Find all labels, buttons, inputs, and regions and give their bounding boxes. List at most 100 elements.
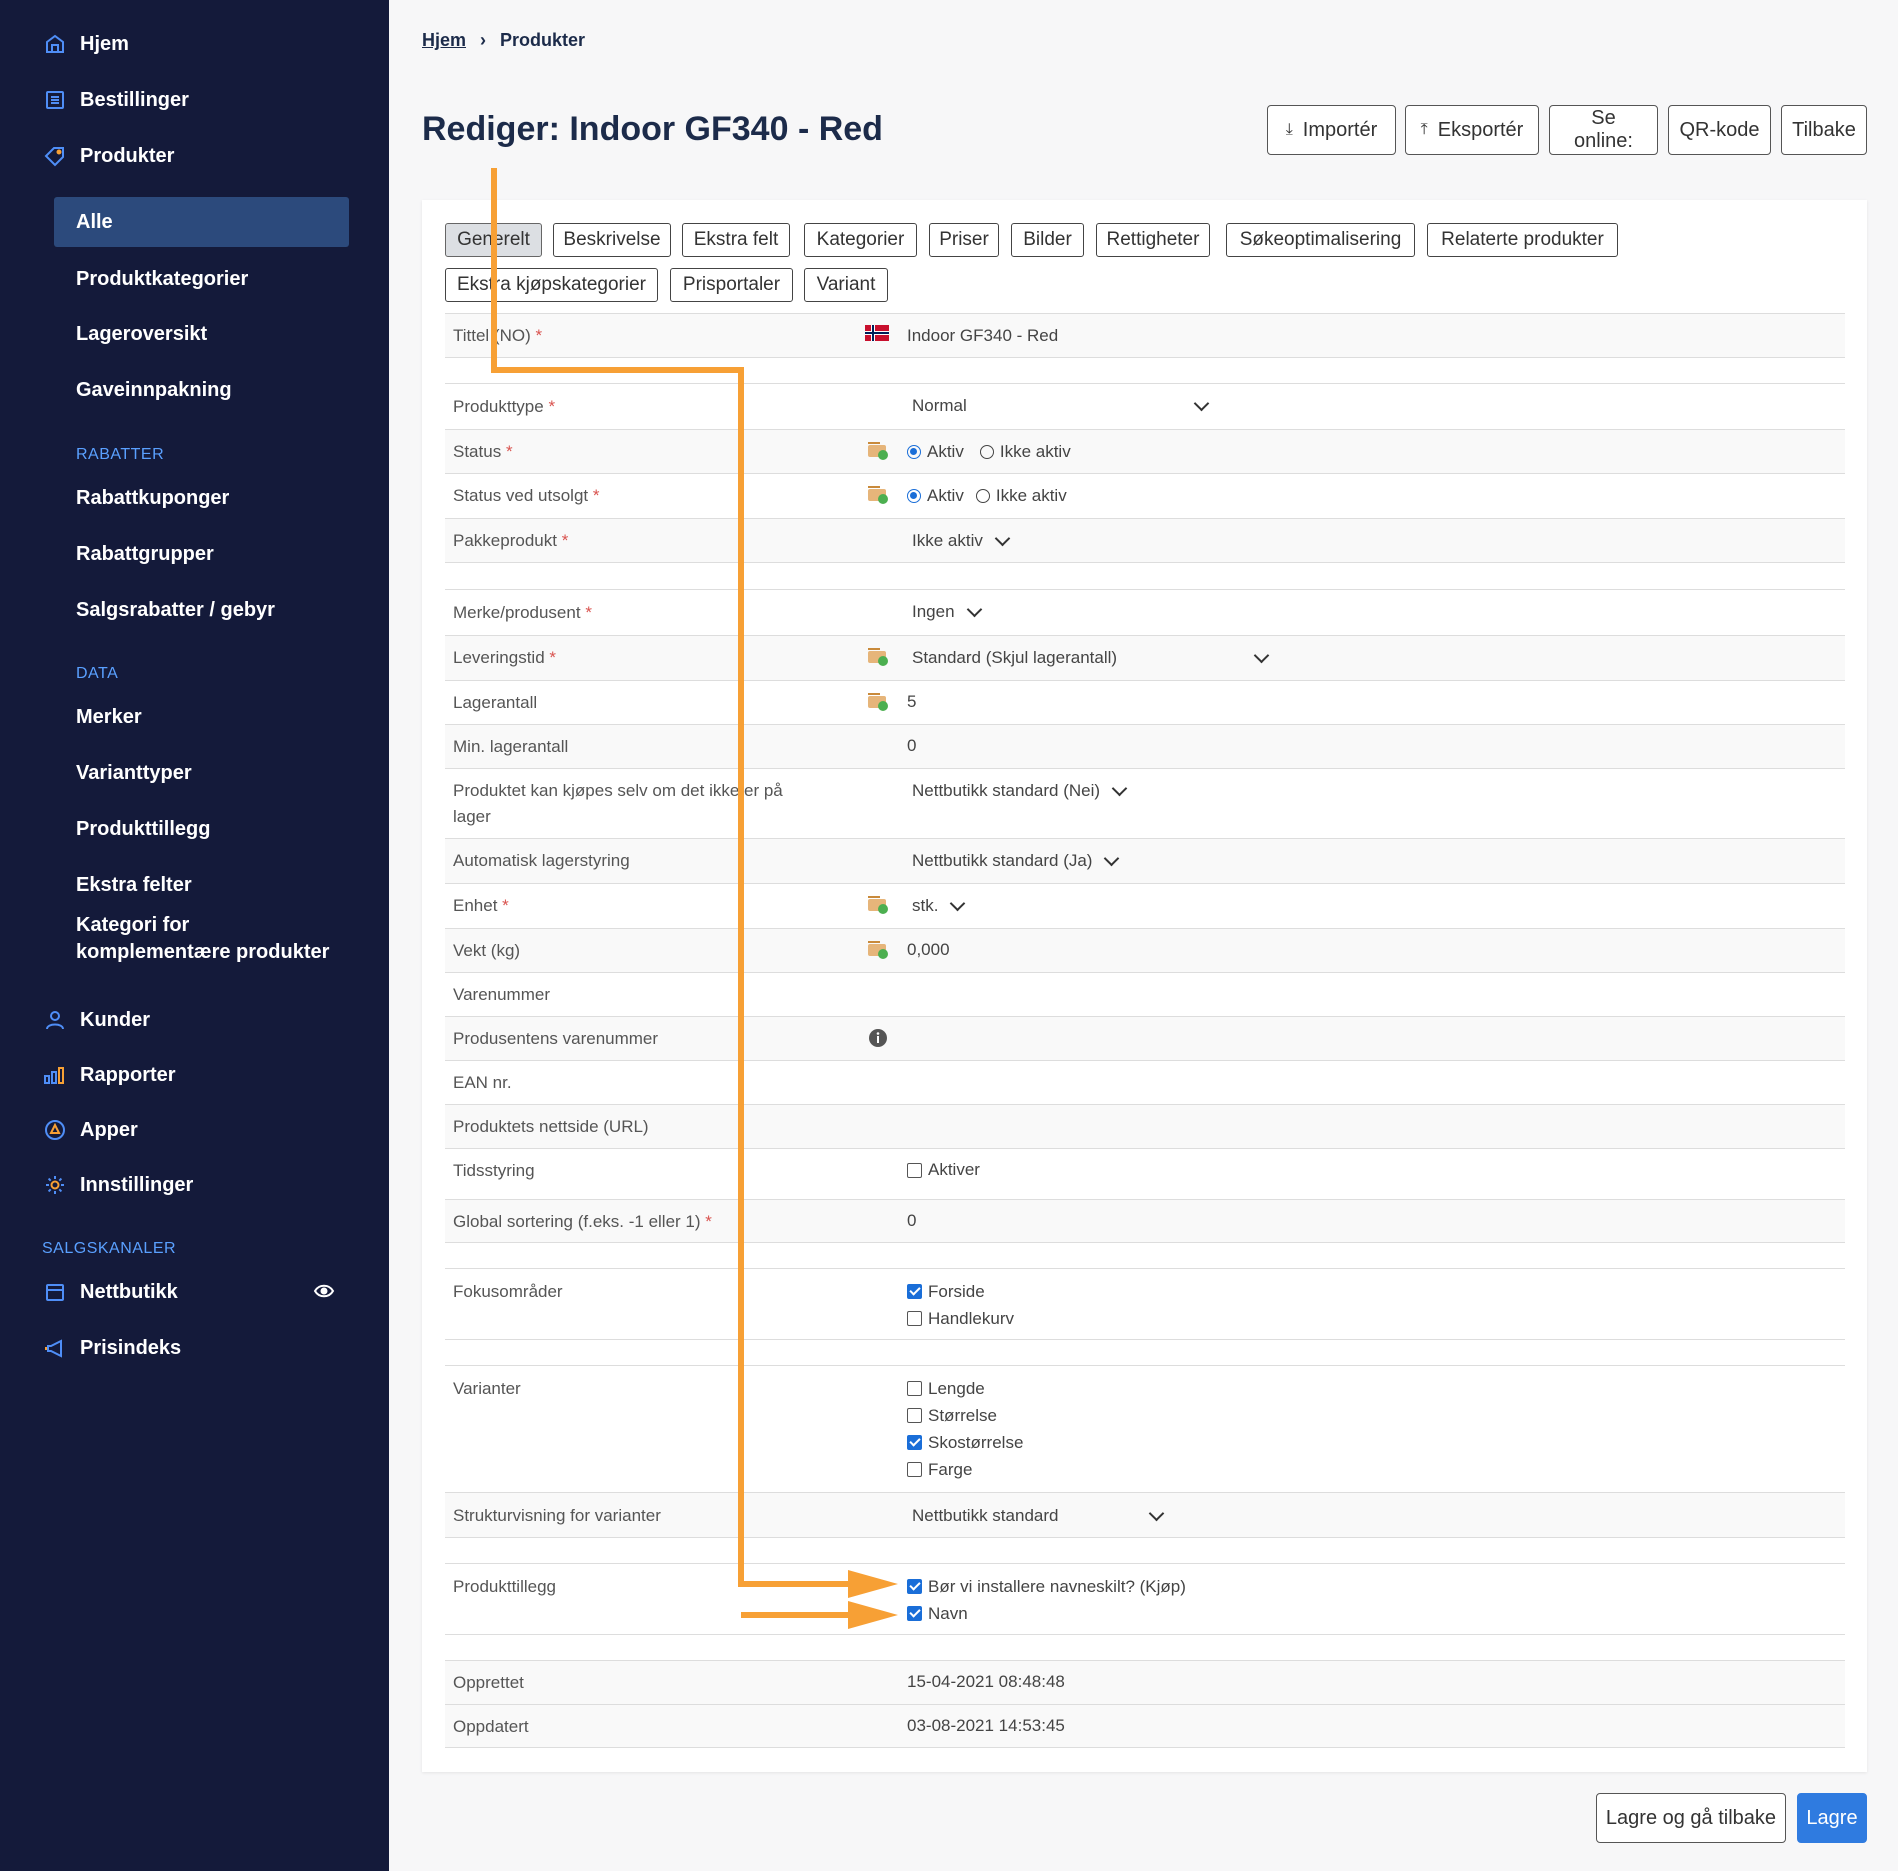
nav-stock-overview[interactable]: Lageroversikt — [76, 314, 207, 354]
stock-input[interactable]: 5 — [907, 692, 916, 712]
nav-reports[interactable]: Rapporter — [42, 1055, 176, 1095]
item-no-input[interactable] — [907, 984, 1807, 1006]
title-label: Tittel (NO) — [453, 326, 531, 345]
required-mark: * — [585, 603, 592, 622]
variant-checkbox-shoe-size[interactable] — [907, 1435, 922, 1450]
info-icon[interactable] — [868, 1028, 888, 1053]
addon-checkbox-nameplate[interactable] — [907, 1579, 922, 1594]
addon-option: Bør vi installere navneskilt? (Kjøp) — [907, 1573, 1186, 1600]
row-mfr-item-no: Produsentens varenummer — [445, 1016, 1845, 1060]
nav-webshop[interactable]: Nettbutikk — [42, 1272, 178, 1312]
variant-option-label: Størrelse — [928, 1405, 997, 1425]
nav-product-addons[interactable]: Produkttillegg — [76, 809, 210, 849]
nav-apps[interactable]: Apper — [42, 1110, 138, 1150]
nav-products[interactable]: Produkter — [42, 136, 174, 176]
mfr-item-no-input[interactable] — [907, 1028, 1807, 1050]
product-type-select[interactable]: Normal — [912, 395, 1210, 416]
delivery-label: Leveringstid — [453, 648, 545, 667]
nav-discount-groups[interactable]: Rabattgrupper — [76, 534, 214, 574]
focus-checkbox-forside[interactable] — [907, 1284, 922, 1299]
nav-gift-wrapping[interactable]: Gaveinnpakning — [76, 370, 232, 410]
save-button[interactable]: Lagre — [1797, 1793, 1867, 1843]
import-button[interactable]: ⤓ Importér — [1267, 105, 1396, 155]
weight-input[interactable]: 0,000 — [907, 940, 950, 960]
status-active-radio[interactable] — [907, 445, 921, 459]
row-auto-stock: Automatisk lagerstyring Nettbutikk stand… — [445, 838, 1845, 883]
nav-home[interactable]: Hjem — [42, 24, 129, 64]
nav-sales-discounts[interactable]: Salgsrabatter / gebyr — [76, 590, 275, 630]
sold-out-inactive-radio[interactable] — [975, 489, 990, 503]
back-button[interactable]: Tilbake — [1781, 105, 1867, 155]
nav-coupons[interactable]: Rabattkuponger — [76, 478, 229, 518]
nav-brands[interactable]: Merker — [76, 697, 142, 737]
required-mark: * — [502, 896, 509, 915]
time-control-checkbox[interactable] — [907, 1162, 922, 1178]
tab-rights[interactable]: Rettigheter — [1096, 223, 1210, 257]
time-control-label: Tidsstyring — [453, 1161, 535, 1180]
unit-select[interactable]: stk. — [912, 895, 966, 916]
tag-icon — [42, 143, 68, 169]
status-inactive-radio[interactable] — [979, 445, 994, 459]
url-input[interactable] — [907, 1116, 1807, 1138]
nav-products-all[interactable]: Alle — [54, 197, 349, 247]
required-mark: * — [561, 531, 569, 550]
eye-icon[interactable] — [313, 1280, 335, 1302]
required-mark: * — [592, 486, 600, 505]
view-online-button[interactable]: Se online: — [1549, 105, 1658, 155]
nav-orders[interactable]: Bestillinger — [42, 80, 189, 120]
stock-label: Lagerantall — [453, 693, 538, 712]
nav-product-categories[interactable]: Produktkategorier — [76, 259, 248, 299]
tab-categories[interactable]: Kategorier — [804, 223, 917, 257]
row-status-sold-out: Status ved utsolgt * Aktiv Ikke aktiv — [445, 473, 1845, 518]
tab-prices[interactable]: Priser — [929, 223, 999, 257]
row-status: Status * Aktiv Ikke aktiv — [445, 429, 1845, 473]
tab-seo[interactable]: Søkeoptimalisering — [1226, 223, 1415, 257]
variant-checkbox-size[interactable] — [907, 1408, 922, 1423]
auto-stock-select[interactable]: Nettbutikk standard (Ja) — [912, 850, 1120, 871]
tab-images[interactable]: Bilder — [1011, 223, 1084, 257]
addon-checkbox-name[interactable] — [907, 1606, 922, 1621]
item-no-label: Varenummer — [453, 985, 550, 1004]
backorder-select[interactable]: Nettbutikk standard (Nei) — [912, 780, 1128, 801]
auto-stock-label: Automatisk lagerstyring — [453, 851, 630, 870]
nav-complementary-category[interactable]: Kategori for komplementære produkter — [76, 912, 329, 972]
variants-options: Lengde Størrelse Skostørrelse Farge — [907, 1375, 1023, 1483]
chevron-down-icon — [1111, 780, 1128, 797]
variant-option-label: Lengde — [928, 1378, 985, 1398]
min-stock-input[interactable]: 0 — [907, 736, 916, 756]
nav-settings[interactable]: Innstillinger — [42, 1165, 193, 1205]
row-structure: Strukturvisning for varianter Nettbutikk… — [445, 1492, 1845, 1538]
structure-select[interactable]: Nettbutikk standard — [912, 1505, 1165, 1526]
variant-checkbox-length[interactable] — [907, 1381, 922, 1396]
tab-description[interactable]: Beskrivelse — [553, 223, 671, 257]
nav-complementary-line2: komplementære produkter — [76, 941, 330, 963]
tab-general[interactable]: Generelt — [445, 223, 542, 257]
nav-extra-fields[interactable]: Ekstra felter — [76, 865, 192, 905]
sold-out-active-radio[interactable] — [907, 489, 921, 503]
ean-input[interactable] — [907, 1072, 1807, 1094]
nav-price-index[interactable]: Prisindeks — [42, 1328, 181, 1368]
nav-customers[interactable]: Kunder — [42, 1000, 150, 1040]
nav-price-index-label: Prisindeks — [80, 1336, 182, 1359]
variant-checkbox-color[interactable] — [907, 1462, 922, 1477]
sort-input[interactable]: 0 — [907, 1211, 916, 1231]
export-button[interactable]: ⤒ Eksportér — [1405, 105, 1539, 155]
tab-price-portals[interactable]: Prisportaler — [670, 268, 793, 302]
sold-out-inactive-label: Ikke aktiv — [995, 486, 1067, 505]
row-unit: Enhet * stk. — [445, 883, 1845, 928]
tab-extra-purchase-categories[interactable]: Ekstra kjøpskategorier — [445, 268, 658, 302]
tab-variant[interactable]: Variant — [804, 268, 888, 302]
delivery-select[interactable]: Standard (Skjul lagerantall) — [912, 647, 1270, 668]
focus-checkbox-handlekurv[interactable] — [907, 1311, 922, 1326]
tab-related-products[interactable]: Relaterte produkter — [1427, 223, 1618, 257]
title-input[interactable]: Indoor GF340 - Red — [907, 323, 1058, 349]
package-select[interactable]: Ikke aktiv — [912, 530, 1011, 551]
breadcrumb-home[interactable]: Hjem — [422, 30, 466, 51]
tab-extra-field[interactable]: Ekstra felt — [682, 223, 790, 257]
export-label: Eksportér — [1437, 118, 1524, 141]
nav-complementary-line1: Kategori for — [76, 914, 190, 936]
nav-variant-types[interactable]: Varianttyper — [76, 753, 192, 793]
save-and-back-button[interactable]: Lagre og gå tilbake — [1596, 1793, 1786, 1843]
brand-select[interactable]: Ingen — [912, 601, 982, 622]
qr-code-button[interactable]: QR-kode — [1668, 105, 1771, 155]
